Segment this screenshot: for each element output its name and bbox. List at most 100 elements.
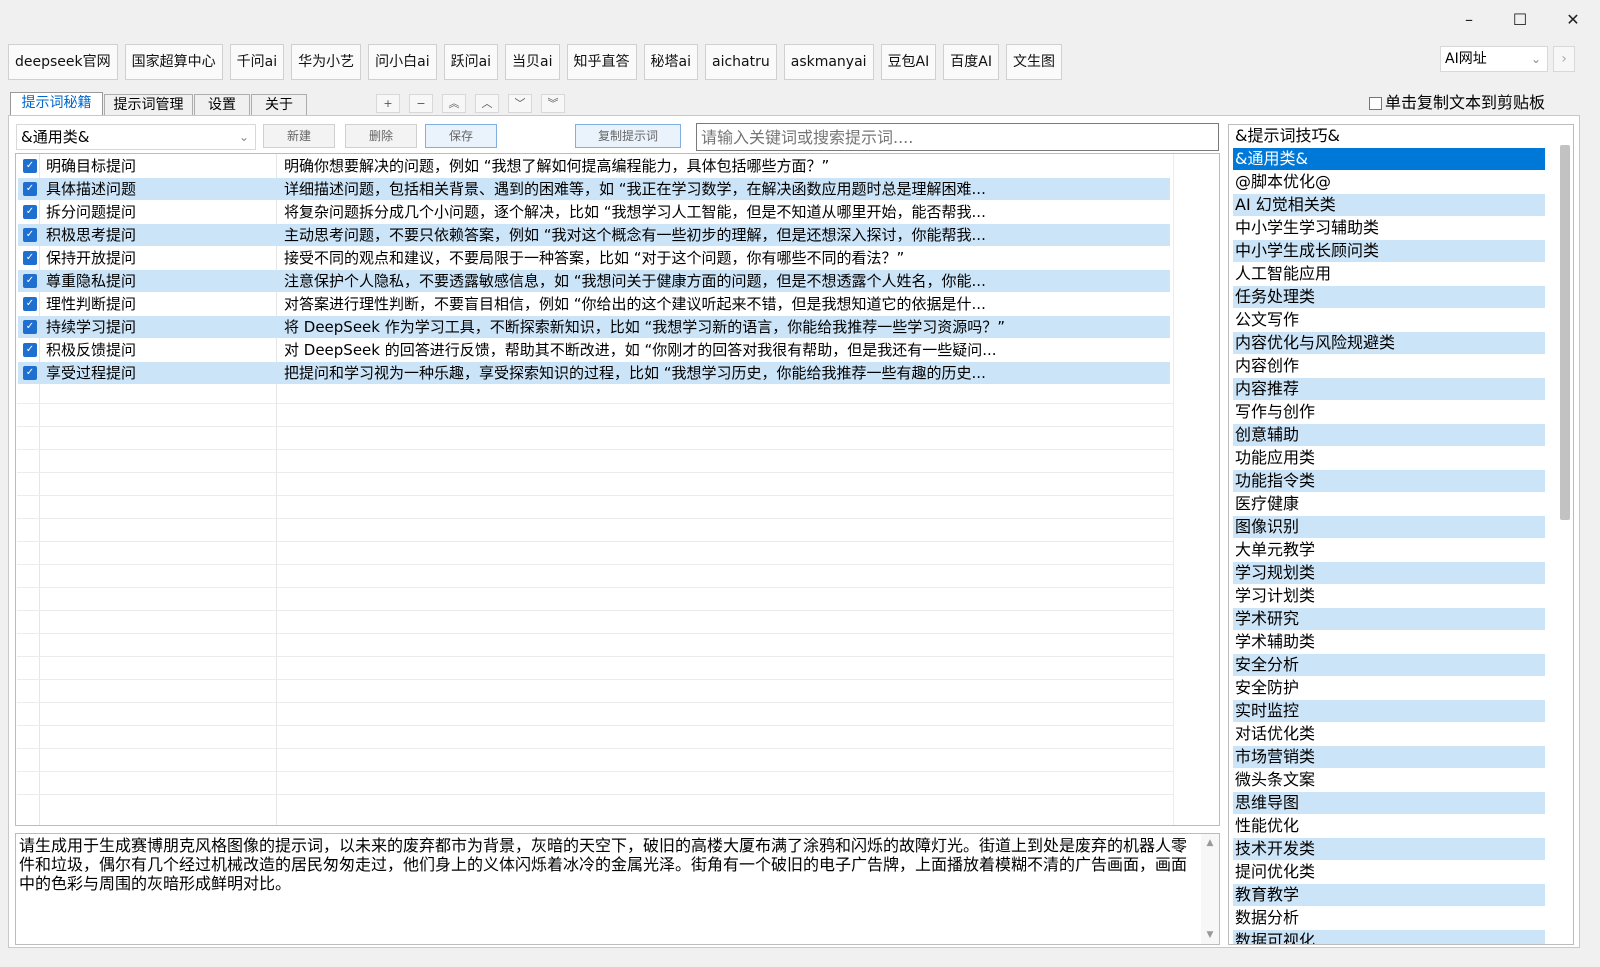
category-item[interactable]: 人工智能应用 bbox=[1233, 263, 1545, 285]
site-button-huawei-xiaoyi[interactable]: 华为小艺 bbox=[291, 44, 362, 80]
row-checkbox[interactable]: ✓ bbox=[23, 182, 37, 196]
prompt-text[interactable]: 请生成用于生成赛博朋克风格图像的提示词，以未来的废弃都市为背景，灰暗的天空下，破… bbox=[19, 836, 1197, 893]
category-item[interactable]: 功能指令类 bbox=[1233, 470, 1545, 492]
scroll-up-icon[interactable]: ▲ bbox=[1201, 838, 1219, 848]
category-item[interactable]: 对话优化类 bbox=[1233, 723, 1545, 745]
category-item[interactable]: 教育教学 bbox=[1233, 884, 1545, 906]
tab-settings[interactable]: 设置 bbox=[194, 94, 250, 116]
row-checkbox[interactable]: ✓ bbox=[23, 274, 37, 288]
category-item[interactable]: 学术辅助类 bbox=[1233, 631, 1545, 653]
category-item[interactable]: &提示词技巧& bbox=[1233, 125, 1545, 147]
site-button-doubao[interactable]: 豆包AI bbox=[880, 44, 937, 80]
site-button-supercomputing[interactable]: 国家超算中心 bbox=[124, 44, 223, 80]
row-checkbox[interactable]: ✓ bbox=[23, 343, 37, 357]
table-row[interactable]: ✓ 理性判断提问 对答案进行理性判断，不要盲目相信，例如 “你给出的这个建议听起来不… bbox=[18, 293, 1170, 315]
category-item[interactable]: 技术开发类 bbox=[1233, 838, 1545, 860]
category-item[interactable]: 创意辅助 bbox=[1233, 424, 1545, 446]
category-item[interactable]: 公文写作 bbox=[1233, 309, 1545, 331]
category-item[interactable]: 思维导图 bbox=[1233, 792, 1545, 814]
maximize-button[interactable]: ☐ bbox=[1497, 8, 1543, 32]
table-row[interactable]: ✓ 享受过程提问 把提问和学习视为一种乐趣，享受探索知识的过程，比如 “我想学习历史… bbox=[18, 362, 1170, 384]
category-item[interactable]: &通用类& bbox=[1233, 148, 1545, 170]
tab-about[interactable]: 关于 bbox=[251, 94, 307, 116]
table-row[interactable]: ✓ 拆分问题提问 将复杂问题拆分成几个小问题，逐个解决，比如 “我想学习人工智能，但… bbox=[18, 201, 1170, 223]
category-item[interactable]: 中小学生成长顾问类 bbox=[1233, 240, 1545, 262]
row-checkbox[interactable]: ✓ bbox=[23, 205, 37, 219]
site-button-deepseek[interactable]: deepseek官网 bbox=[8, 44, 118, 80]
category-item[interactable]: 微头条文案 bbox=[1233, 769, 1545, 791]
category-item[interactable]: 数据可视化 bbox=[1233, 930, 1545, 944]
site-button-aichatru[interactable]: aichatru bbox=[704, 44, 777, 80]
site-button-qianwen[interactable]: 千问ai bbox=[229, 44, 285, 80]
move-down-button[interactable]: ﹀ bbox=[508, 94, 532, 113]
category-select[interactable]: &通用类& ⌄ bbox=[16, 124, 256, 150]
site-button-yuewen[interactable]: 跃问ai bbox=[443, 44, 499, 80]
category-item[interactable]: 大单元教学 bbox=[1233, 539, 1545, 561]
site-button-baidu[interactable]: 百度AI bbox=[943, 44, 999, 80]
copy-prompt-button[interactable]: 复制提示词 bbox=[575, 124, 681, 148]
site-button-dangbei[interactable]: 当贝ai bbox=[505, 44, 560, 80]
tab-prompt-management[interactable]: 提示词管理 bbox=[104, 94, 193, 116]
row-checkbox[interactable]: ✓ bbox=[23, 251, 37, 265]
row-name: 明确目标提问 bbox=[46, 157, 137, 175]
table-row[interactable]: ✓ 持续学习提问 将 DeepSeek 作为学习工具，不断探索新知识，比如 “我想学… bbox=[18, 316, 1170, 338]
row-checkbox[interactable]: ✓ bbox=[23, 366, 37, 380]
row-checkbox[interactable]: ✓ bbox=[23, 159, 37, 173]
minimize-button[interactable]: – bbox=[1446, 8, 1492, 32]
category-item[interactable]: AI 幻觉相关类 bbox=[1233, 194, 1545, 216]
category-item[interactable]: 学习计划类 bbox=[1233, 585, 1545, 607]
text-scrollbar[interactable]: ▲ ▼ bbox=[1201, 834, 1219, 944]
category-item[interactable]: 学术研究 bbox=[1233, 608, 1545, 630]
category-item[interactable]: 安全防护 bbox=[1233, 677, 1545, 699]
save-button[interactable]: 保存 bbox=[425, 124, 497, 148]
close-button[interactable]: ✕ bbox=[1550, 8, 1596, 32]
move-top-button[interactable]: ︽ bbox=[442, 94, 466, 113]
copy-to-clipboard-option[interactable]: 单击复制文本到剪贴板 bbox=[1369, 92, 1545, 114]
table-row[interactable]: ✓ 积极思考提问 主动思考问题，不要只依赖答案，例如 “我对这个概念有一些初步的理解… bbox=[18, 224, 1170, 246]
delete-button[interactable]: 删除 bbox=[345, 124, 417, 148]
site-button-mita[interactable]: 秘塔ai bbox=[643, 44, 698, 80]
category-scrollbar-thumb[interactable] bbox=[1560, 145, 1570, 520]
move-up-button[interactable]: ︿ bbox=[475, 94, 499, 113]
category-item[interactable]: 内容推荐 bbox=[1233, 378, 1545, 400]
copy-checkbox[interactable] bbox=[1369, 97, 1382, 110]
table-row[interactable]: ✓ 明确目标提问 明确你想要解决的问题，例如 “我想了解如何提高编程能力，具体包括哪… bbox=[18, 155, 1170, 177]
scroll-down-icon[interactable]: ▼ bbox=[1201, 930, 1219, 940]
ai-site-dropdown[interactable]: AI网址 ⌄ bbox=[1440, 46, 1548, 72]
table-row[interactable]: ✓ 具体描述问题 详细描述问题，包括相关背景、遇到的困难等，如 “我正在学习数学，在… bbox=[18, 178, 1170, 200]
row-checkbox[interactable]: ✓ bbox=[23, 297, 37, 311]
table-row[interactable]: ✓ 积极反馈提问 对 DeepSeek 的回答进行反馈，帮助其不断改进，如 “你刚才… bbox=[18, 339, 1170, 361]
table-row[interactable]: ✓ 保持开放提问 接受不同的观点和建议，不要局限于一种答案，比如 “对于这个问题，你… bbox=[18, 247, 1170, 269]
prompt-text-area[interactable]: 请生成用于生成赛博朋克风格图像的提示词，以未来的废弃都市为背景，灰暗的天空下，破… bbox=[15, 833, 1220, 945]
category-item[interactable]: @脚本优化@ bbox=[1233, 171, 1545, 193]
category-item[interactable]: 功能应用类 bbox=[1233, 447, 1545, 469]
category-item[interactable]: 医疗健康 bbox=[1233, 493, 1545, 515]
category-item[interactable]: 学习规划类 bbox=[1233, 562, 1545, 584]
category-item[interactable]: 数据分析 bbox=[1233, 907, 1545, 929]
row-checkbox[interactable]: ✓ bbox=[23, 228, 37, 242]
category-item[interactable]: 内容创作 bbox=[1233, 355, 1545, 377]
site-button-wenxiaobai[interactable]: 问小白ai bbox=[368, 44, 437, 80]
move-bottom-button[interactable]: ︾ bbox=[541, 94, 565, 113]
add-row-button[interactable]: + bbox=[376, 94, 400, 113]
category-item[interactable]: 市场营销类 bbox=[1233, 746, 1545, 768]
site-button-askmanyai[interactable]: askmanyai bbox=[783, 44, 874, 80]
row-checkbox[interactable]: ✓ bbox=[23, 320, 37, 334]
category-item[interactable]: 性能优化 bbox=[1233, 815, 1545, 837]
category-item[interactable]: 安全分析 bbox=[1233, 654, 1545, 676]
category-item[interactable]: 实时监控 bbox=[1233, 700, 1545, 722]
category-item[interactable]: 中小学生学习辅助类 bbox=[1233, 217, 1545, 239]
category-item[interactable]: 提问优化类 bbox=[1233, 861, 1545, 883]
category-item[interactable]: 图像识别 bbox=[1233, 516, 1545, 538]
nav-next-button[interactable]: › bbox=[1553, 46, 1575, 72]
search-input[interactable] bbox=[696, 123, 1219, 151]
new-button[interactable]: 新建 bbox=[263, 124, 335, 148]
site-button-text-to-image[interactable]: 文生图 bbox=[1006, 44, 1062, 80]
tab-prompt-secrets[interactable]: 提示词秘籍 bbox=[10, 92, 103, 116]
category-item[interactable]: 任务处理类 bbox=[1233, 286, 1545, 308]
category-item[interactable]: 内容优化与风险规避类 bbox=[1233, 332, 1545, 354]
table-row[interactable]: ✓ 尊重隐私提问 注意保护个人隐私，不要透露敏感信息，如 “我想问关于健康方面的问题… bbox=[18, 270, 1170, 292]
category-item[interactable]: 写作与创作 bbox=[1233, 401, 1545, 423]
site-button-zhihu[interactable]: 知乎直答 bbox=[566, 44, 637, 80]
remove-row-button[interactable]: − bbox=[409, 94, 433, 113]
